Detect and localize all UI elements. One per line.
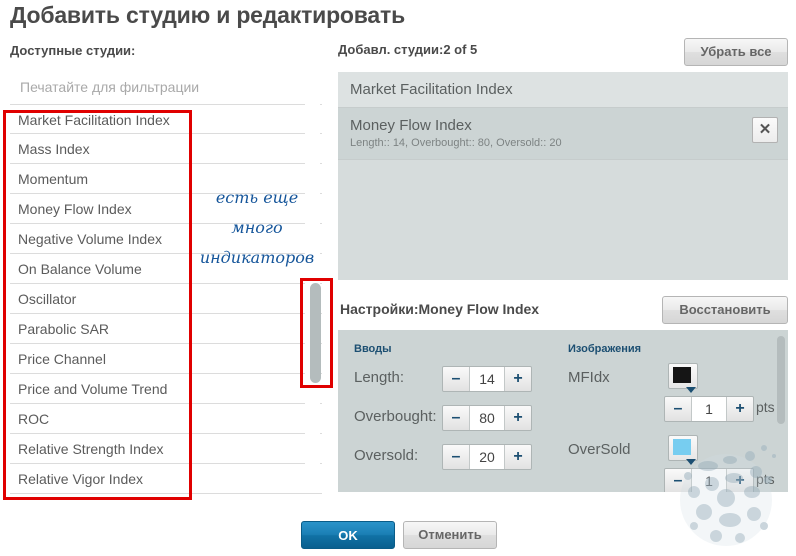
mfidx-width-decrement-button[interactable]: – <box>665 397 692 421</box>
length-value[interactable]: 14 <box>470 367 504 391</box>
inputs-column-heading: Вводы <box>354 343 392 355</box>
restore-button[interactable]: Восстановить <box>662 296 788 324</box>
mfidx-label: MFIdx <box>568 369 610 386</box>
added-item-params: Length:: 14, Overbought:: 80, Oversold::… <box>350 137 562 149</box>
plots-column-heading: Изображения <box>568 343 642 355</box>
available-studies-panel: Доступные студии: Market Facilitation In… <box>10 40 322 510</box>
list-item[interactable]: Relative Vigor Index <box>10 464 322 494</box>
mfidx-color-chip <box>673 367 691 383</box>
list-item[interactable]: Negative Volume Index <box>10 224 322 254</box>
list-item[interactable]: Money Flow Index Length:: 14, Overbought… <box>338 108 788 160</box>
ok-button[interactable]: OK <box>301 521 395 549</box>
list-item[interactable]: Price Channel <box>10 344 322 374</box>
overbought-increment-button[interactable]: + <box>504 406 531 430</box>
list-item[interactable]: Money Flow Index <box>10 194 322 224</box>
list-item[interactable]: Price and Volume Trend <box>10 374 322 404</box>
remove-all-button[interactable]: Убрать все <box>684 38 788 66</box>
overbought-value[interactable]: 80 <box>470 406 504 430</box>
available-studies-list[interactable]: Market Facilitation Index Mass Index Mom… <box>10 104 322 504</box>
available-studies-scrollbar-thumb[interactable] <box>310 283 321 383</box>
cancel-button[interactable]: Отменить <box>403 521 497 549</box>
list-item[interactable]: On Balance Volume <box>10 254 322 284</box>
oversold-stepper[interactable]: – 20 + <box>442 444 532 470</box>
added-studies-panel: Добавл. студии:2 of 5 Убрать все Market … <box>336 38 788 510</box>
mfidx-width-units: pts <box>756 399 775 415</box>
overbought-decrement-button[interactable]: – <box>443 406 470 430</box>
mfidx-color-swatch[interactable] <box>668 363 698 393</box>
list-item[interactable]: Market Facilitation Index <box>338 72 788 108</box>
oversold-decrement-button[interactable]: – <box>443 445 470 469</box>
oversold-color-swatch[interactable] <box>668 435 698 465</box>
oversold-width-increment-button[interactable]: + <box>726 469 753 492</box>
oversold-width-units: pts <box>756 471 775 487</box>
settings-body: Вводы Изображения Length: – 14 + Overbou… <box>338 330 788 492</box>
mfidx-width-stepper[interactable]: – 1 + <box>664 396 754 422</box>
added-item-title: Money Flow Index <box>350 117 472 134</box>
chevron-down-icon <box>686 387 696 393</box>
studies-filter-input[interactable] <box>10 72 322 101</box>
settings-title: Настройки:Money Flow Index <box>340 301 540 317</box>
oversold-width-stepper[interactable]: – 1 + <box>664 468 754 492</box>
length-increment-button[interactable]: + <box>504 367 531 391</box>
oversold-label: Oversold: <box>354 447 419 464</box>
settings-header: Настройки:Money Flow Index Восстановить <box>336 296 788 330</box>
list-item[interactable]: Mass Index <box>10 134 322 164</box>
available-studies-scrollbar-track[interactable] <box>305 64 320 464</box>
length-stepper[interactable]: – 14 + <box>442 366 532 392</box>
added-studies-header: Добавл. студии:2 of 5 Убрать все <box>336 38 788 70</box>
close-icon[interactable]: ✕ <box>752 117 778 143</box>
oversold-width-decrement-button[interactable]: – <box>665 469 692 492</box>
oversold-increment-button[interactable]: + <box>504 445 531 469</box>
list-item[interactable]: Momentum <box>10 164 322 194</box>
overbought-stepper[interactable]: – 80 + <box>442 405 532 431</box>
list-item[interactable]: Market Facilitation Index <box>10 104 322 134</box>
chevron-down-icon <box>686 459 696 465</box>
settings-scrollbar-thumb[interactable] <box>777 336 785 424</box>
oversold-value[interactable]: 20 <box>470 445 504 469</box>
added-studies-list[interactable]: Market Facilitation Index Money Flow Ind… <box>338 72 788 280</box>
oversold-color-chip <box>673 439 691 455</box>
added-item-title: Market Facilitation Index <box>350 81 513 98</box>
page-title: Добавить студию и редактировать <box>10 2 406 28</box>
list-item[interactable]: Relative Strength Index <box>10 434 322 464</box>
list-item[interactable]: Parabolic SAR <box>10 314 322 344</box>
mfidx-width-increment-button[interactable]: + <box>726 397 753 421</box>
available-studies-label: Доступные студии: <box>10 43 136 58</box>
oversold-width-value[interactable]: 1 <box>692 469 726 492</box>
added-studies-label: Добавл. студии:2 of 5 <box>338 42 478 57</box>
mfidx-width-value[interactable]: 1 <box>692 397 726 421</box>
length-label: Length: <box>354 369 405 386</box>
oversold-plot-label: OverSold <box>568 441 631 458</box>
length-decrement-button[interactable]: – <box>443 367 470 391</box>
overbought-label: Overbought: <box>354 408 437 425</box>
list-item[interactable]: ROC <box>10 404 322 434</box>
list-item[interactable]: Oscillator <box>10 284 322 314</box>
